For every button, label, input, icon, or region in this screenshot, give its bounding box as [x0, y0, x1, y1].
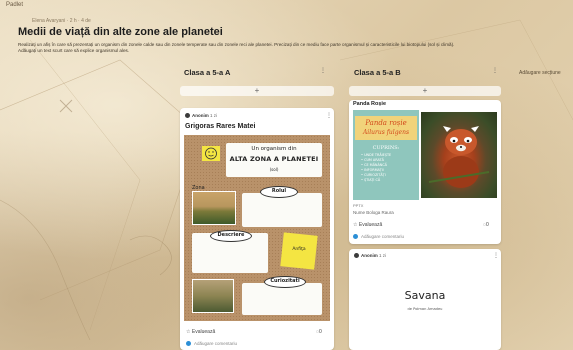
column-b-more-icon[interactable]: ⋮: [492, 67, 498, 74]
star-icon: ☆: [353, 222, 358, 228]
slide-list-item: • ȘTIAȚI CĂ: [361, 178, 381, 182]
red-panda-photo: [421, 112, 497, 198]
poster-label-curiozitati: Curiozitati: [270, 278, 300, 284]
post-title: Panda Roșie: [353, 101, 387, 107]
slide-subtitle: de Polman Amadeu: [407, 307, 443, 311]
sticky-note: [202, 146, 220, 161]
poster-heading-big: ALTA ZONA A PLANETEI: [229, 155, 319, 163]
star-icon: ☆: [186, 329, 191, 335]
add-comment-field[interactable]: Adăugare comentariu: [353, 234, 405, 240]
smiley-icon: [205, 147, 217, 160]
reaction-label: Evaluează: [191, 329, 216, 335]
add-post-button-column-a[interactable]: +: [180, 86, 334, 96]
app-name[interactable]: Padlet: [6, 2, 23, 8]
avatar: [354, 253, 359, 259]
comment-count-value: 0: [485, 222, 489, 228]
comment-count[interactable]: ◌0: [483, 222, 489, 228]
board-description-line: Adăugați un text scurt care să explice o…: [18, 48, 130, 53]
comment-count-value: 0: [318, 329, 322, 335]
board-meta: Elena Avaryani · 2 h · 4 de: [32, 18, 91, 24]
add-comment-placeholder: Adăugare comentariu: [361, 234, 405, 239]
post-card-savana[interactable]: Anonim 1 zi ⋮ Savana de Polman Amadeu: [349, 249, 501, 350]
animal-photo: [192, 279, 234, 313]
board-description: Realizați un afiș în care să prezentați …: [18, 42, 570, 54]
column-title-clasa-5a: Clasa a 5-a A: [184, 68, 231, 77]
post-menu-icon[interactable]: ⋮: [326, 112, 332, 119]
post-time: 1 zi: [379, 253, 387, 258]
add-post-button-column-b[interactable]: +: [349, 86, 501, 96]
slide-banner-title: Panda roșie: [365, 119, 407, 127]
add-section-button[interactable]: Adăugare secțiune: [519, 70, 561, 76]
avatar: [186, 341, 191, 347]
post-author-row: Anonim 1 zi: [185, 113, 218, 119]
post-author: Anonim: [192, 113, 209, 118]
poster-heading-small: Un organism din: [251, 146, 297, 152]
post-author-row: Anonim 1 zi: [354, 253, 387, 259]
add-comment-field[interactable]: Adăugare comentariu: [186, 341, 238, 347]
slide-list: • UNDE TRĂIEȘTE • CUM ARATĂ • CE MĂNÂNCĂ…: [361, 153, 417, 183]
post-title: Grigoras Rares Matei: [185, 123, 256, 130]
reaction-button[interactable]: ☆ Evaluează: [186, 329, 215, 335]
post-attachment-poster[interactable]: Un organism din ALTA ZONA A PLANETEI (so…: [184, 135, 330, 321]
post-card-panda[interactable]: Panda Roșie Panda roșie Ailurus fulgens …: [349, 100, 501, 244]
post-author: Anonim: [361, 253, 378, 258]
column-a-more-icon[interactable]: ⋮: [320, 67, 326, 74]
comment-count[interactable]: ◌0: [316, 329, 322, 335]
reaction-label: Evaluează: [358, 222, 383, 228]
savanna-photo: [192, 191, 236, 225]
post-attachment-slide[interactable]: Panda roșie Ailurus fulgens CUPRINS: • U…: [351, 110, 499, 202]
poster-label-rolul: Rolul: [271, 188, 287, 194]
post-time: 1 zi: [210, 113, 218, 118]
board-title: Medii de viață din alte zone ale planete…: [18, 26, 223, 38]
post-card-grigoras[interactable]: Anonim 1 zi ⋮ Grigoras Rares Matei Un or…: [180, 108, 334, 350]
poster-label-descriere: Descriere: [217, 232, 245, 238]
red-panda-illustration: [428, 126, 490, 188]
post-author-line: Nume Bologa Raura: [353, 210, 394, 215]
poster-heading-sub: (sol): [269, 167, 279, 172]
file-type-tag: PPTX: [353, 203, 364, 208]
avatar: [185, 113, 190, 119]
poster-sticky-text: Anfiţa: [292, 247, 306, 252]
post-attachment-slide[interactable]: Savana de Polman Amadeu: [351, 263, 499, 349]
avatar: [353, 234, 358, 240]
slide-title: Savana: [404, 289, 446, 302]
slide-banner-sub: Ailurus fulgens: [362, 129, 410, 136]
reaction-button[interactable]: ☆ Evaluează: [353, 222, 382, 228]
slide-list-heading: CUPRINS:: [372, 145, 400, 151]
add-comment-placeholder: Adăugare comentariu: [194, 341, 238, 346]
post-menu-icon[interactable]: ⋮: [493, 252, 499, 259]
poster-rolul-note: [242, 193, 322, 227]
column-title-clasa-5b: Clasa a 5-a B: [354, 68, 401, 77]
